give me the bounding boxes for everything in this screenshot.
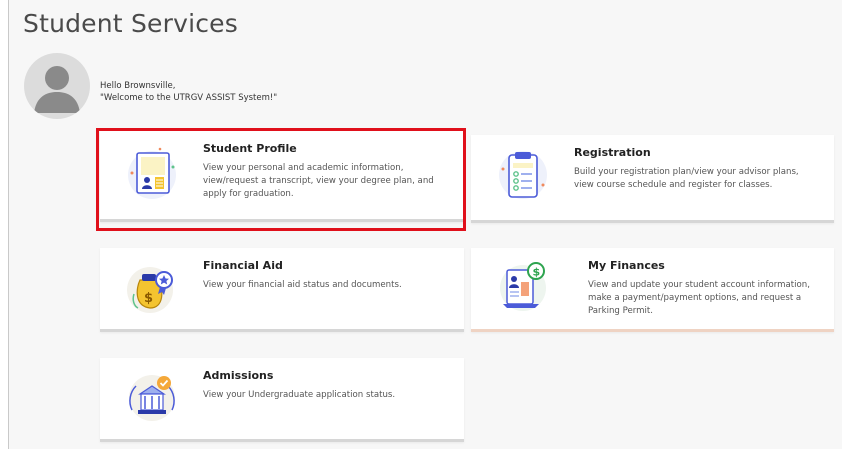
card-underline	[100, 439, 464, 442]
card-description: Build your registration plan/view your a…	[574, 167, 799, 190]
user-silhouette-icon	[34, 66, 80, 113]
card-title: Admissions	[203, 369, 274, 382]
avatar	[24, 53, 90, 119]
card-underline	[471, 329, 834, 332]
card-my-finances[interactable]: $ My Finances View and update your stude…	[471, 248, 834, 332]
card-financial-aid[interactable]: $ Financial Aid View your financial aid …	[100, 248, 464, 332]
page-title: Student Services	[23, 9, 238, 38]
registration-clipboard-icon	[493, 145, 553, 205]
admissions-building-icon	[122, 366, 182, 426]
greeting: Hello Brownsville, "Welcome to the UTRGV…	[100, 80, 277, 104]
money-bag-icon: $	[122, 258, 182, 318]
card-title: My Finances	[588, 259, 665, 272]
svg-text:$: $	[144, 291, 153, 306]
card-description: View your Undergraduate application stat…	[203, 390, 396, 400]
highlight-box	[96, 128, 466, 231]
finances-document-icon: $	[493, 256, 553, 316]
card-admissions[interactable]: Admissions View your Undergraduate appli…	[100, 358, 464, 442]
card-description: View your financial aid status and docum…	[203, 280, 402, 290]
card-registration[interactable]: Registration Build your registration pla…	[471, 135, 834, 223]
card-title: Financial Aid	[203, 259, 283, 272]
svg-text:$: $	[533, 266, 541, 279]
greeting-hello: Hello Brownsville,	[100, 81, 176, 91]
card-description: View and update your student account inf…	[588, 280, 810, 316]
card-underline	[471, 220, 834, 223]
content-frame: Student Services Hello Brownsville, "Wel…	[8, 0, 842, 449]
card-title: Registration	[574, 146, 651, 159]
card-underline	[100, 329, 464, 332]
greeting-welcome: "Welcome to the UTRGV ASSIST System!"	[100, 93, 278, 103]
